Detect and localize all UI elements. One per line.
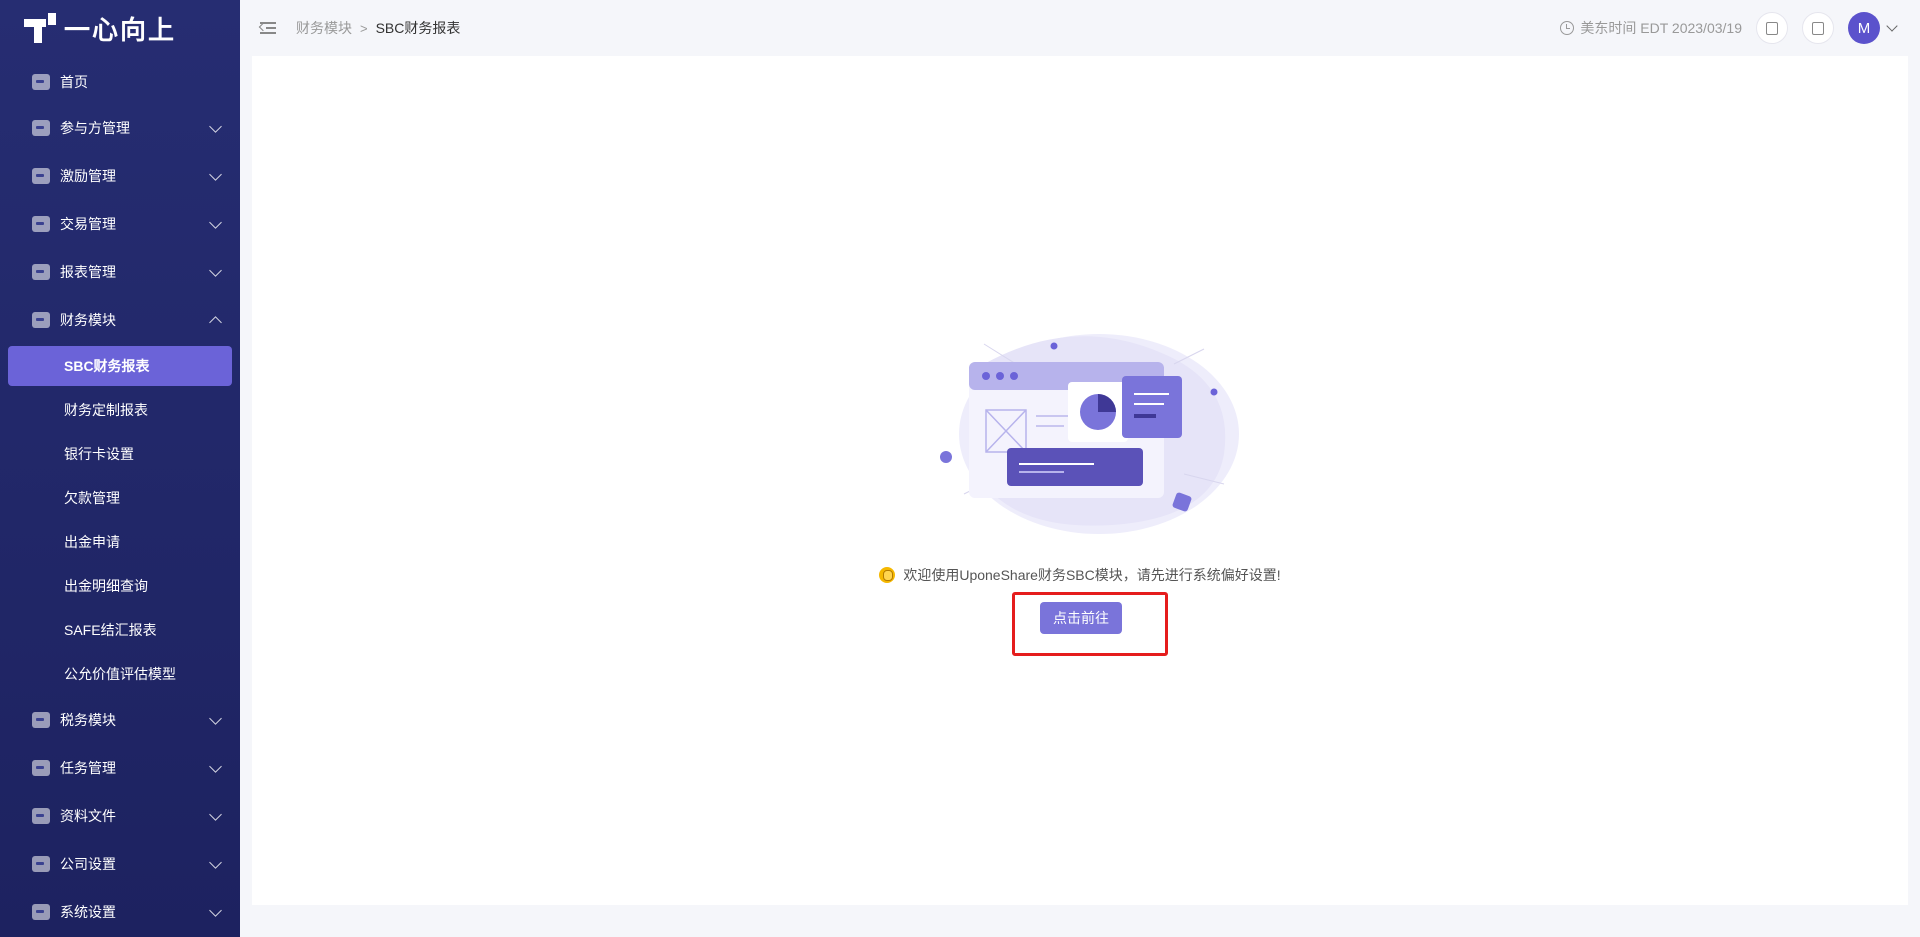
- sidebar-subitem-custom-report[interactable]: 财务定制报表: [0, 388, 240, 432]
- breadcrumb-current: SBC财务报表: [375, 20, 461, 36]
- incentive-icon: [32, 168, 50, 184]
- sidebar-item-participants[interactable]: 参与方管理: [0, 104, 240, 152]
- sidebar-subitem-withdrawal-request[interactable]: 出金申请: [0, 520, 240, 564]
- sidebar-menu: 首页 参与方管理 激励管理 交易管理 报表管理 财务模块 SBC财务报表 财务定…: [0, 56, 240, 936]
- folder-icon: [32, 808, 50, 824]
- clock-icon: [1560, 21, 1575, 35]
- sidebar: 一心向上 首页 参与方管理 激励管理 交易管理 报表管理 财务模块 SBC财务报…: [0, 0, 240, 937]
- company-icon: [32, 856, 50, 872]
- logo-mark-icon: [24, 13, 56, 43]
- shirt-button[interactable]: [1802, 12, 1834, 44]
- header-actions: 美东时间 EDT 2023/03/19 M: [1560, 0, 1898, 56]
- chevron-down-icon: [209, 760, 222, 773]
- chevron-down-icon: [209, 856, 222, 869]
- main-content: 欢迎使用UponeShare财务SBC模块，请先进行系统偏好设置! 点击前往: [252, 56, 1908, 905]
- sidebar-item-label: 系统设置: [60, 904, 116, 920]
- settings-icon: [32, 904, 50, 920]
- avatar[interactable]: M: [1848, 12, 1880, 44]
- clapping-hands-icon: [879, 567, 896, 583]
- sidebar-subitem-fair-value-model[interactable]: 公允价值评估模型: [0, 652, 240, 696]
- sidebar-subitem-safe-report[interactable]: SAFE结汇报表: [0, 608, 240, 652]
- sidebar-subitem-sbc-report[interactable]: SBC财务报表: [8, 346, 232, 386]
- sidebar-item-label: 任务管理: [60, 760, 116, 776]
- sidebar-item-label: 参与方管理: [60, 120, 130, 136]
- sidebar-item-task[interactable]: 任务管理: [0, 744, 240, 792]
- task-button[interactable]: [1756, 12, 1788, 44]
- task-icon: [32, 760, 50, 776]
- participants-icon: [32, 120, 50, 136]
- brand-name: 一心向上: [64, 15, 177, 46]
- breadcrumb: 财务模块 > SBC财务报表: [296, 18, 460, 38]
- chevron-down-icon: [209, 712, 222, 725]
- collapse-sidebar-icon[interactable]: [258, 21, 276, 35]
- sidebar-item-label: 激励管理: [60, 168, 116, 184]
- sidebar-item-label: 报表管理: [60, 264, 116, 280]
- goto-settings-button[interactable]: 点击前往: [1040, 602, 1122, 634]
- chevron-down-icon: [209, 216, 222, 229]
- sidebar-item-finance[interactable]: 财务模块: [0, 296, 240, 344]
- sidebar-item-tax[interactable]: 税务模块: [0, 696, 240, 744]
- sidebar-item-transaction[interactable]: 交易管理: [0, 200, 240, 248]
- chevron-up-icon: [209, 316, 222, 329]
- timezone-date: 美东时间 EDT 2023/03/19: [1580, 20, 1742, 36]
- welcome-illustration: [940, 334, 1239, 534]
- sidebar-item-system[interactable]: 系统设置: [0, 888, 240, 936]
- clipboard-check-icon: [1766, 21, 1778, 35]
- chevron-down-icon: [209, 120, 222, 133]
- sidebar-item-home[interactable]: 首页: [0, 60, 240, 104]
- chevron-down-icon: [209, 264, 222, 277]
- brand-logo[interactable]: 一心向上: [0, 0, 240, 56]
- report-icon: [32, 264, 50, 280]
- breadcrumb-separator: >: [360, 20, 368, 36]
- transaction-icon: [32, 216, 50, 232]
- sidebar-item-label: 公司设置: [60, 856, 116, 872]
- sidebar-subitem-withdrawal-detail[interactable]: 出金明细查询: [0, 564, 240, 608]
- shirt-icon: [1812, 21, 1824, 35]
- chevron-down-icon: [209, 904, 222, 917]
- sidebar-item-files[interactable]: 资料文件: [0, 792, 240, 840]
- sidebar-item-report[interactable]: 报表管理: [0, 248, 240, 296]
- sidebar-item-label: 交易管理: [60, 216, 116, 232]
- chevron-down-icon: [209, 168, 222, 181]
- home-icon: [32, 74, 50, 90]
- tax-icon: [32, 712, 50, 728]
- sidebar-item-incentive[interactable]: 激励管理: [0, 152, 240, 200]
- chevron-down-icon: [209, 808, 222, 821]
- sidebar-item-label: 资料文件: [60, 808, 116, 824]
- top-header: 财务模块 > SBC财务报表 美东时间 EDT 2023/03/19 M: [240, 0, 1920, 56]
- sidebar-subitem-arrears[interactable]: 欠款管理: [0, 476, 240, 520]
- finance-icon: [32, 312, 50, 328]
- sidebar-item-label: 首页: [60, 74, 88, 90]
- sidebar-item-label: 税务模块: [60, 712, 116, 728]
- breadcrumb-item[interactable]: 财务模块: [296, 18, 352, 38]
- sidebar-item-company[interactable]: 公司设置: [0, 840, 240, 888]
- chevron-down-icon[interactable]: [1886, 20, 1898, 32]
- sidebar-subitem-bank-card[interactable]: 银行卡设置: [0, 432, 240, 476]
- welcome-message: 欢迎使用UponeShare财务SBC模块，请先进行系统偏好设置!: [252, 565, 1908, 585]
- sidebar-item-label: 财务模块: [60, 312, 116, 328]
- welcome-text: 欢迎使用UponeShare财务SBC模块，请先进行系统偏好设置!: [903, 567, 1281, 583]
